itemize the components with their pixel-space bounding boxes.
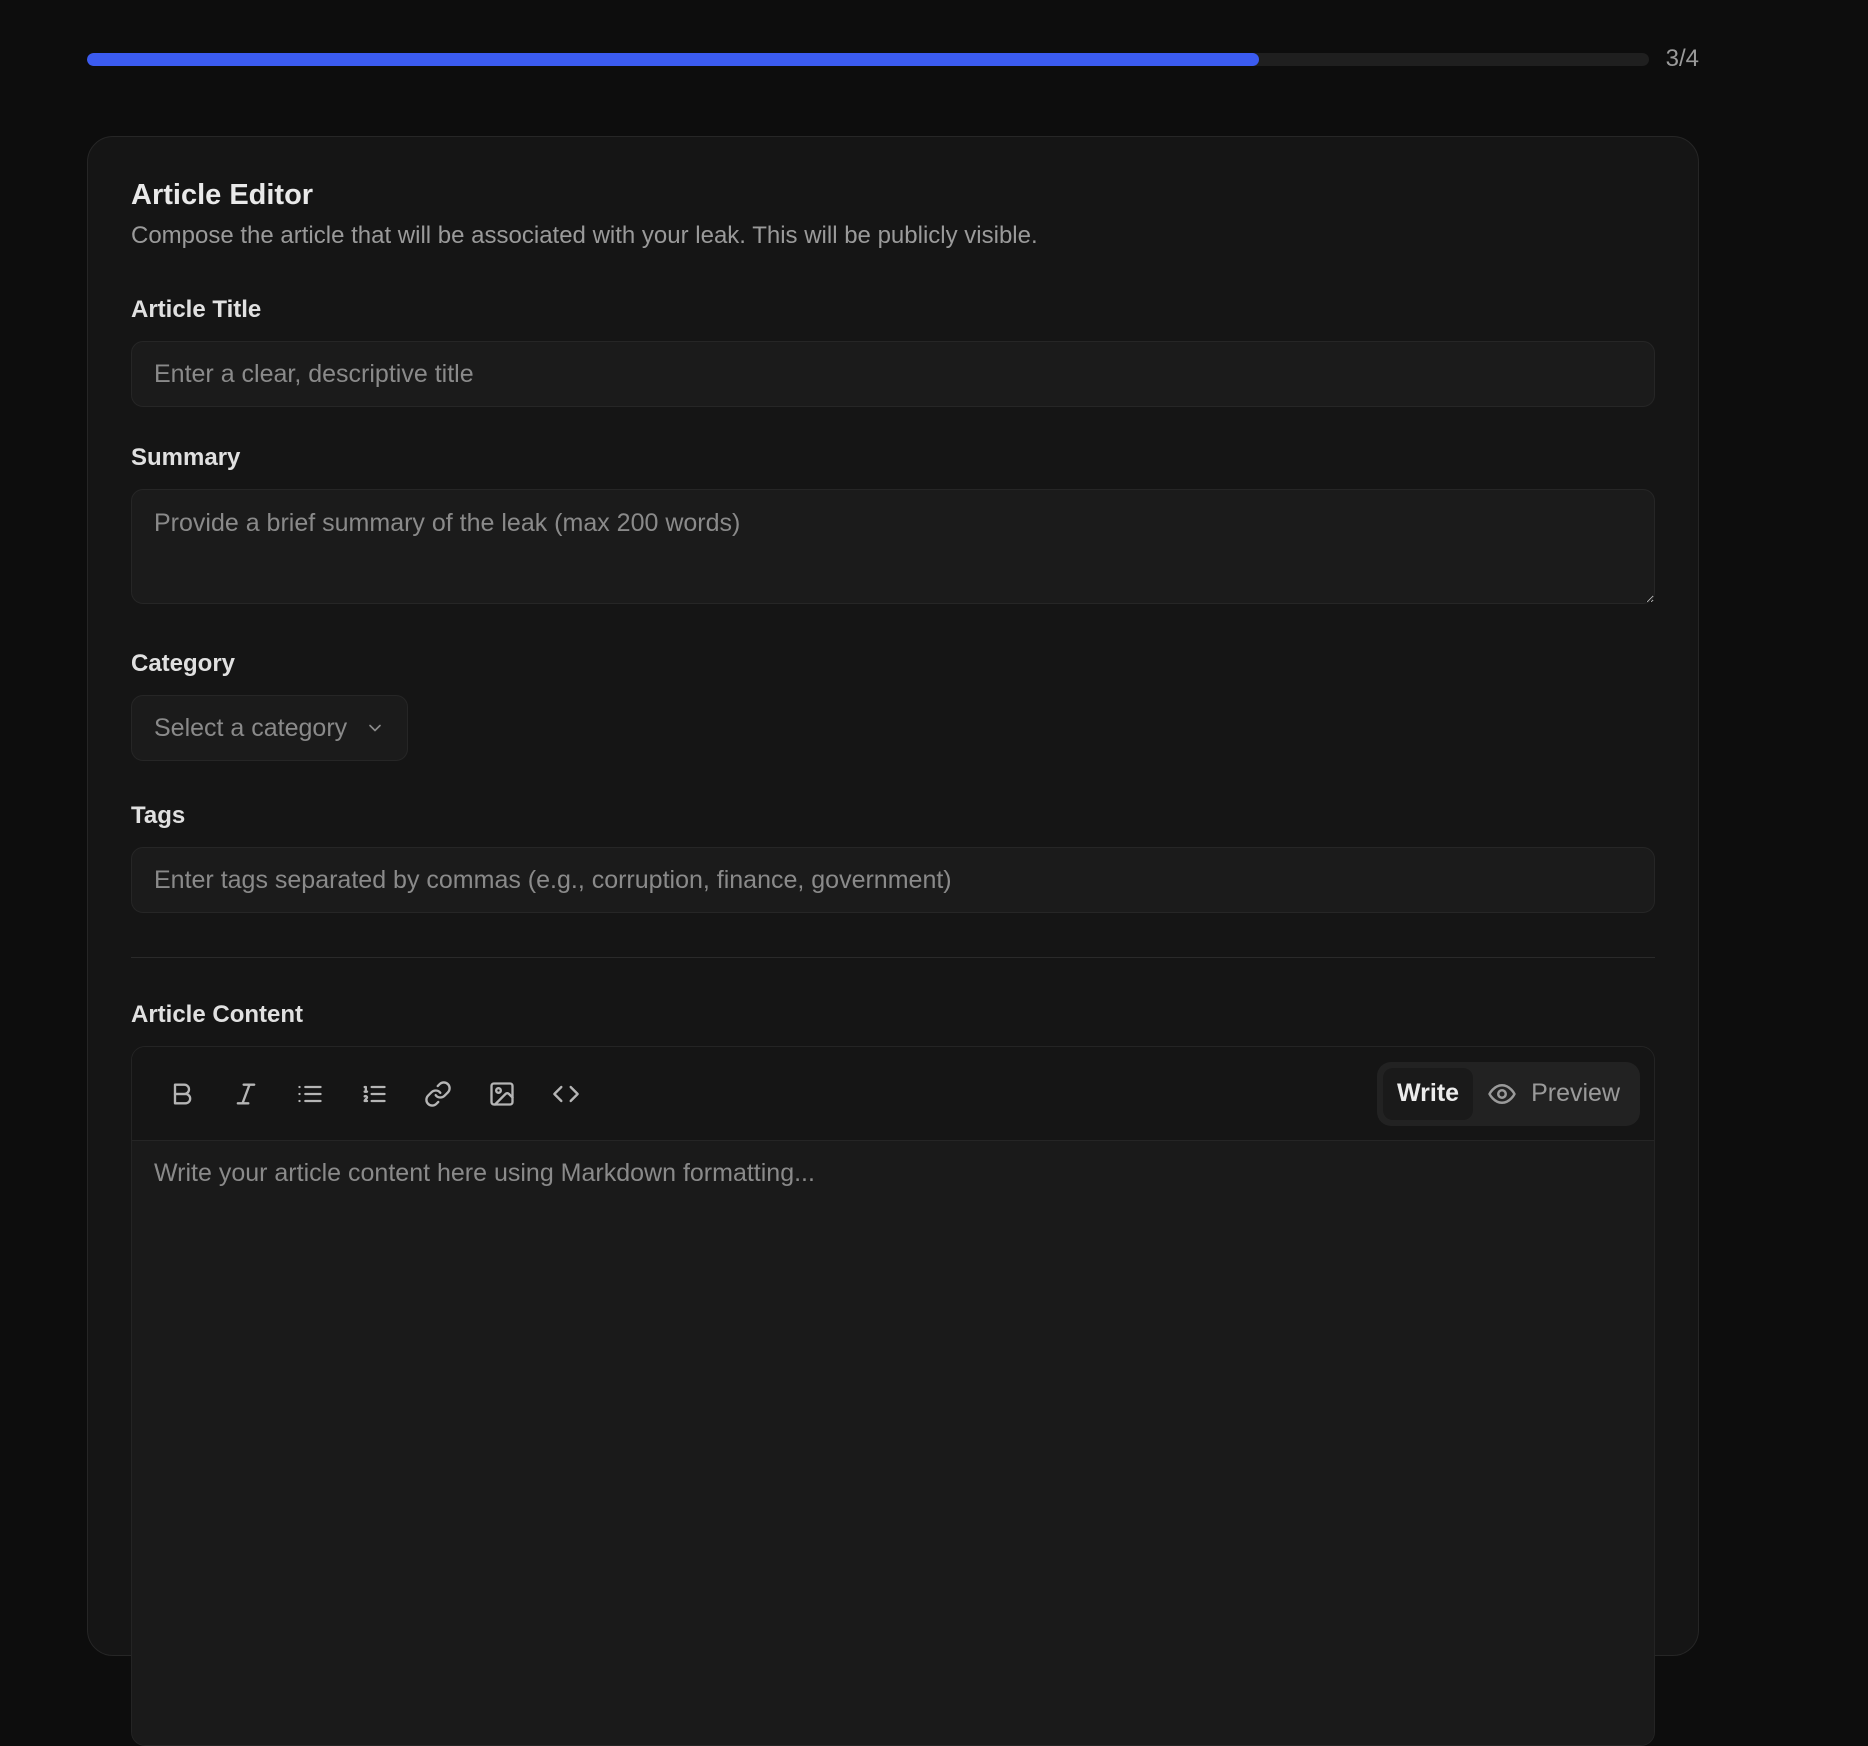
card-subtitle: Compose the article that will be associa… [131, 222, 1038, 249]
image-icon [490, 1081, 514, 1106]
bullet-list-icon [298, 1085, 322, 1102]
summary-field: Summary [131, 443, 1655, 609]
italic-button[interactable] [224, 1072, 268, 1116]
code-button[interactable] [544, 1072, 588, 1116]
summary-textarea[interactable] [131, 489, 1655, 604]
preview-tab[interactable]: Preview [1473, 1068, 1634, 1120]
article-content-textarea[interactable] [132, 1141, 1654, 1741]
write-tab[interactable]: Write [1383, 1067, 1474, 1120]
category-select-value: Select a category [154, 713, 348, 742]
category-field: Category Select a category [131, 649, 1655, 761]
chevron-down-icon [369, 724, 382, 732]
numbered-list-icon [363, 1085, 386, 1102]
bold-icon [173, 1083, 192, 1104]
tags-label: Tags [131, 802, 186, 829]
category-label: Category [131, 650, 236, 677]
divider [131, 957, 1655, 958]
write-tab-label: Write [1397, 1079, 1460, 1107]
progress-track [87, 53, 1649, 66]
article-title-label: Article Title [131, 296, 262, 323]
italic-icon [236, 1083, 256, 1104]
bullet-list-button[interactable] [288, 1072, 332, 1116]
preview-tab-label: Preview [1531, 1079, 1620, 1107]
view-mode-toggle: Write Preview [1377, 1061, 1640, 1126]
article-content-field: Article Content Write Preview Write your… [131, 1000, 1655, 1746]
bold-button[interactable] [160, 1072, 204, 1116]
editor-toolbar: Write Preview [132, 1047, 1654, 1141]
article-editor-card: Article Editor Compose the article that … [87, 136, 1699, 1746]
tags-field: Tags [131, 801, 1655, 913]
article-title-field: Article Title [131, 295, 1655, 407]
category-select[interactable]: Select a category [131, 695, 409, 761]
card-title: Article Editor [131, 179, 314, 211]
code-icon [553, 1085, 579, 1102]
progress-fill [87, 53, 1259, 66]
summary-label: Summary [131, 444, 241, 471]
article-content-label: Article Content [131, 1001, 304, 1028]
eye-icon [1488, 1083, 1516, 1104]
article-title-input[interactable] [131, 341, 1655, 407]
progress-label: 3/4 [1665, 45, 1699, 72]
markdown-editor: Write Preview [131, 1046, 1655, 1746]
tags-input[interactable] [131, 847, 1655, 913]
link-button[interactable] [416, 1072, 460, 1116]
numbered-list-button[interactable] [352, 1072, 396, 1116]
image-button[interactable] [480, 1072, 524, 1116]
progress-indicator: 3/4 [87, 44, 1699, 74]
link-icon [425, 1080, 451, 1107]
format-tools [160, 1072, 588, 1116]
